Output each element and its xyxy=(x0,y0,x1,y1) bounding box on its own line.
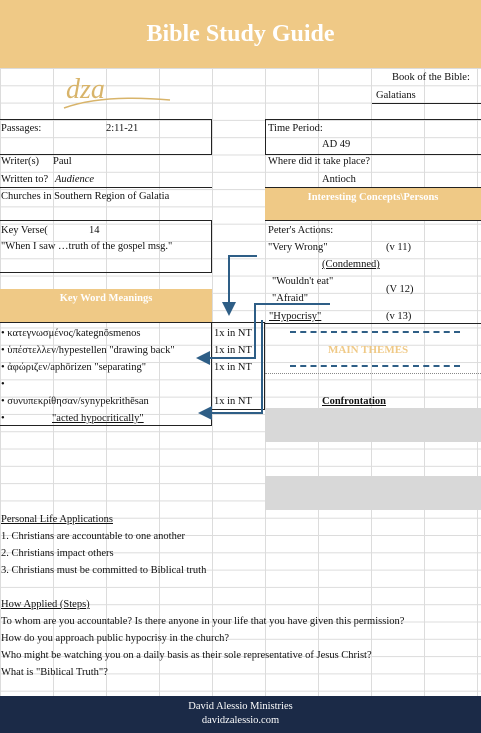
peters-actions-top xyxy=(265,220,481,221)
where-value[interactable]: Antioch xyxy=(322,174,356,185)
page-title: Bible Study Guide xyxy=(0,0,481,68)
concepts-header: Interesting Concepts\Persons xyxy=(265,188,481,220)
how-applied-title: How Applied (Steps) xyxy=(1,599,90,610)
action-condemned: (Condemned) xyxy=(322,259,380,270)
dza-logo: dza xyxy=(62,74,172,114)
how-applied-3: Who might be watching you on a daily bas… xyxy=(1,650,372,661)
passages-label: Passages: xyxy=(1,123,42,134)
peters-actions-label: Peter's Actions: xyxy=(268,225,334,236)
written-to-detail[interactable]: Churches in Southern Region of Galatia xyxy=(1,191,169,202)
action-hypocrisy-ref: (v 13) xyxy=(386,311,412,322)
action-afraid: "Afraid" xyxy=(272,293,308,304)
peters-actions-bottom xyxy=(265,323,481,324)
time-period-value[interactable]: AD 49 xyxy=(322,139,350,150)
key-word-count-5: 1x in NT xyxy=(214,396,252,407)
footer-site[interactable]: davidzalessio.com xyxy=(0,712,481,726)
footer: David Alessio Ministries davidzalessio.c… xyxy=(0,696,481,733)
left-column-edge xyxy=(211,220,212,272)
key-verse-label: Key Verse( xyxy=(1,225,48,236)
key-verse-bottom xyxy=(0,272,212,273)
written-to-label: Written to? xyxy=(1,174,49,185)
how-applied-2: How do you approach public hypocrisy in … xyxy=(1,633,230,644)
main-themes-top-dash xyxy=(290,331,460,333)
book-underline xyxy=(372,103,481,104)
writer-value[interactable]: Paul xyxy=(53,156,72,167)
key-verse-number[interactable]: 14 xyxy=(89,225,100,236)
key-verse-top xyxy=(0,220,212,221)
key-words-header: Key Word Meanings xyxy=(0,289,212,322)
footer-org: David Alessio Ministries xyxy=(188,701,293,712)
how-applied-1: To whom are you accountable? Is there an… xyxy=(1,616,405,627)
key-word-row-4: • xyxy=(1,379,5,390)
key-word-count-3: 1x in NT xyxy=(214,362,252,373)
written-to-value[interactable]: Audience xyxy=(55,174,94,185)
written-to-underline xyxy=(0,187,212,188)
themes-gray-row-1 xyxy=(265,408,481,442)
key-word-count-2: 1x in NT xyxy=(214,345,252,356)
key-word-count-1: 1x in NT xyxy=(214,328,252,339)
theme-confrontation: Confrontation xyxy=(322,396,386,407)
applications-title: Personal Life Applications xyxy=(1,514,113,525)
where-label: Where did it take place? xyxy=(268,156,371,167)
logo-swoosh-icon xyxy=(63,97,171,109)
key-word-row-2: • ὑπέστελλεν/hypestellen "drawing back" xyxy=(1,345,175,356)
action-hypocrisy: "Hypocrisy" xyxy=(269,311,322,322)
key-word-note-6: "acted hypocritically" xyxy=(52,413,144,424)
action-very-wrong-ref: (v 11) xyxy=(386,242,411,253)
key-word-row-5: • συνυπεκρίθησαν/synypekrithēsan xyxy=(1,396,149,407)
main-themes-bottom-dash xyxy=(290,365,460,367)
writer-label: Writer(s) xyxy=(1,156,40,167)
application-1: 1. Christians are accountable to one ano… xyxy=(1,531,185,542)
passages-value[interactable]: 2:11-21 xyxy=(106,123,138,134)
book-value[interactable]: Galatians xyxy=(376,90,416,101)
time-period-label: Time Period: xyxy=(268,123,323,134)
key-verse-text[interactable]: "When I saw …truth of the gospel msg." xyxy=(1,241,172,252)
action-wouldnt-eat-ref: (V 12) xyxy=(386,284,414,295)
themes-gray-row-2 xyxy=(265,476,481,510)
application-2: 2. Christians impact others xyxy=(1,548,114,559)
action-very-wrong: "Very Wrong" xyxy=(268,242,328,253)
main-themes-title: MAIN THEMES xyxy=(328,344,409,356)
key-word-row-1: • κατεγνωσμένος/kategnōsmenos xyxy=(1,328,141,339)
key-word-row-6: • xyxy=(1,413,5,424)
action-wouldnt-eat: "Wouldn't eat" xyxy=(272,276,334,287)
how-applied-4: What is "Biblical Truth"? xyxy=(1,667,108,678)
application-3: 3. Christians must be committed to Bibli… xyxy=(1,565,207,576)
book-label: Book of the Bible: xyxy=(392,72,470,83)
key-word-row-3: • ἀφώριζεν/aphōrizen "separating" xyxy=(1,362,147,373)
main-themes-dotted-line xyxy=(265,373,481,374)
